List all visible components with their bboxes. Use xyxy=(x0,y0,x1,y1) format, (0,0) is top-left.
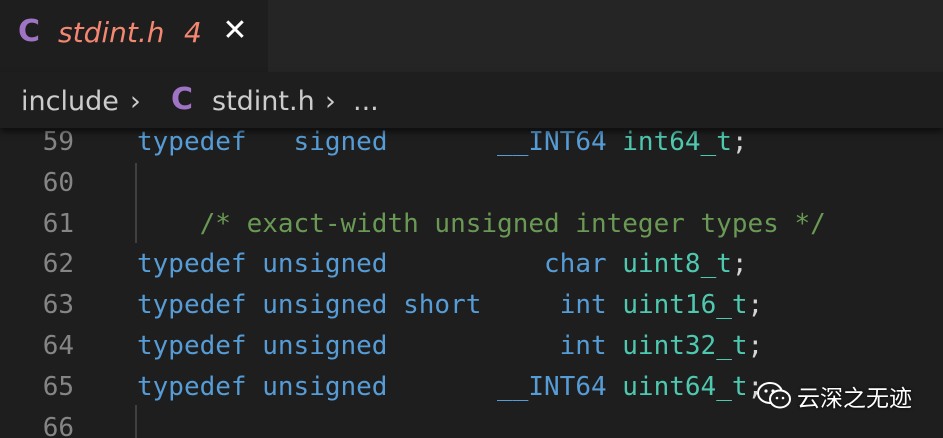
code-token: ; xyxy=(731,128,748,157)
code-token: unsigned xyxy=(262,331,388,361)
close-icon[interactable]: ✕ xyxy=(221,16,249,48)
code-line[interactable]: 61 /* exact-width unsigned integer types… xyxy=(0,204,943,244)
c-file-icon: C xyxy=(18,14,41,49)
line-number: 63 xyxy=(42,290,74,321)
tab-bar: C stdint.h 4 ✕ xyxy=(0,0,943,72)
code-token: /* exact-width unsigned integer types */ xyxy=(199,208,826,239)
wechat-icon xyxy=(757,381,793,411)
code-token: uint16_t xyxy=(622,290,748,321)
chevron-right-icon: › xyxy=(130,86,141,117)
code-token: unsigned xyxy=(262,249,388,280)
code-token: uint64_t xyxy=(622,371,748,402)
line-number: 59 xyxy=(42,128,74,157)
code-token: int xyxy=(559,290,607,321)
code-line[interactable]: 63 typedef unsigned short int uint16_t; xyxy=(0,285,943,325)
code-token: __INT64 xyxy=(497,128,607,157)
code-token: typedef xyxy=(137,331,247,361)
code-token: signed xyxy=(293,128,388,157)
line-code: typedef unsigned short int uint16_t; xyxy=(137,285,763,325)
code-token: short xyxy=(403,290,482,321)
breadcrumb-file[interactable]: stdint.h xyxy=(212,86,315,117)
tab-stdint-h[interactable]: C stdint.h 4 ✕ xyxy=(0,0,268,72)
line-number: 65 xyxy=(42,371,74,402)
line-code: typedef unsigned char uint8_t; xyxy=(137,244,748,284)
code-line[interactable]: 62 typedef unsigned char uint8_t; xyxy=(0,244,943,284)
code-token: int xyxy=(559,331,607,361)
code-token: int64_t xyxy=(622,128,732,157)
line-number: 61 xyxy=(42,208,74,239)
code-token: ; xyxy=(747,331,764,361)
problem-count-badge: 4 xyxy=(184,16,202,49)
watermark-text: 云深之无迹 xyxy=(797,386,912,412)
code-line[interactable]: 60 xyxy=(0,163,943,203)
line-code: /* exact-width unsigned integer types */ xyxy=(137,204,826,244)
c-file-icon: C xyxy=(171,82,194,117)
code-token: char xyxy=(544,249,607,280)
code-token: typedef xyxy=(137,128,247,157)
line-code: typedef signed __INT64 int64_t; xyxy=(137,128,748,162)
line-number: 64 xyxy=(42,331,74,361)
chevron-right-icon: › xyxy=(325,86,336,117)
line-code: typedef unsigned __INT64 uint64_t; xyxy=(137,367,763,407)
line-number: 60 xyxy=(42,167,74,198)
line-number: 62 xyxy=(42,249,74,280)
line-number: 66 xyxy=(42,412,74,438)
code-line[interactable]: 64 typedef unsigned int uint32_t; xyxy=(0,326,943,366)
breadcrumb: include › C stdint.h › ... xyxy=(0,72,943,128)
code-token: typedef xyxy=(137,371,247,402)
code-token: ; xyxy=(731,249,748,280)
code-token: unsigned xyxy=(262,371,388,402)
watermark: 云深之无迹 xyxy=(757,374,937,418)
code-token: typedef xyxy=(137,249,247,280)
code-token: typedef xyxy=(137,290,247,321)
breadcrumb-symbols[interactable]: ... xyxy=(353,86,379,117)
code-token: uint8_t xyxy=(622,249,732,280)
line-code: typedef unsigned int uint32_t; xyxy=(137,326,763,366)
breadcrumb-folder-include[interactable]: include xyxy=(21,86,119,117)
code-token: ; xyxy=(747,290,764,321)
code-token: uint32_t xyxy=(622,331,748,361)
code-token: unsigned xyxy=(262,290,388,321)
code-token: __INT64 xyxy=(497,371,607,402)
code-line[interactable]: 59 typedef signed __INT64 int64_t; xyxy=(0,128,943,162)
tab-title: stdint.h xyxy=(58,16,165,49)
